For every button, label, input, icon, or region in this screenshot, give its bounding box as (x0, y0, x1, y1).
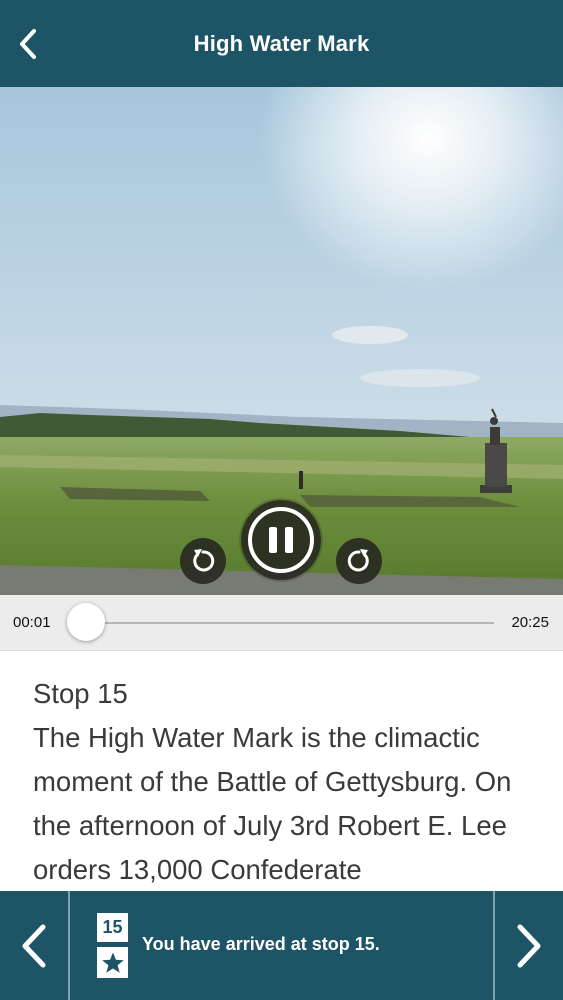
progress-slider-thumb[interactable] (67, 603, 106, 641)
forward-button[interactable] (336, 538, 382, 584)
stop-heading: Stop 15 (33, 678, 128, 709)
stop-description-text: The High Water Mark is the climactic mom… (33, 722, 512, 885)
current-time: 00:01 (13, 614, 51, 631)
pause-button[interactable] (241, 500, 321, 580)
total-time: 20:25 (511, 614, 549, 631)
stop-badge: 15 (97, 913, 128, 979)
chevron-right-icon (517, 924, 541, 967)
back-button[interactable] (10, 24, 46, 64)
pause-icon (248, 507, 314, 573)
forward-icon (347, 549, 369, 572)
stop-number: 15 (97, 913, 128, 942)
rewind-icon (193, 549, 215, 572)
star-icon (101, 952, 124, 973)
chevron-left-icon (20, 29, 36, 59)
page-title: High Water Mark (193, 30, 370, 56)
progress-track[interactable] (72, 622, 494, 624)
rewind-button[interactable] (180, 538, 226, 584)
chevron-left-icon (22, 924, 46, 967)
stop-description: Stop 15 The High Water Mark is the clima… (33, 672, 543, 892)
header-bar: High Water Mark (0, 0, 563, 87)
previous-stop-button[interactable] (0, 891, 70, 1000)
audio-progress-bar: 00:01 20:25 (0, 595, 563, 651)
next-stop-button[interactable] (493, 891, 563, 1000)
stop-photo (0, 87, 563, 595)
arrival-status-text: You have arrived at stop 15. (142, 934, 380, 954)
